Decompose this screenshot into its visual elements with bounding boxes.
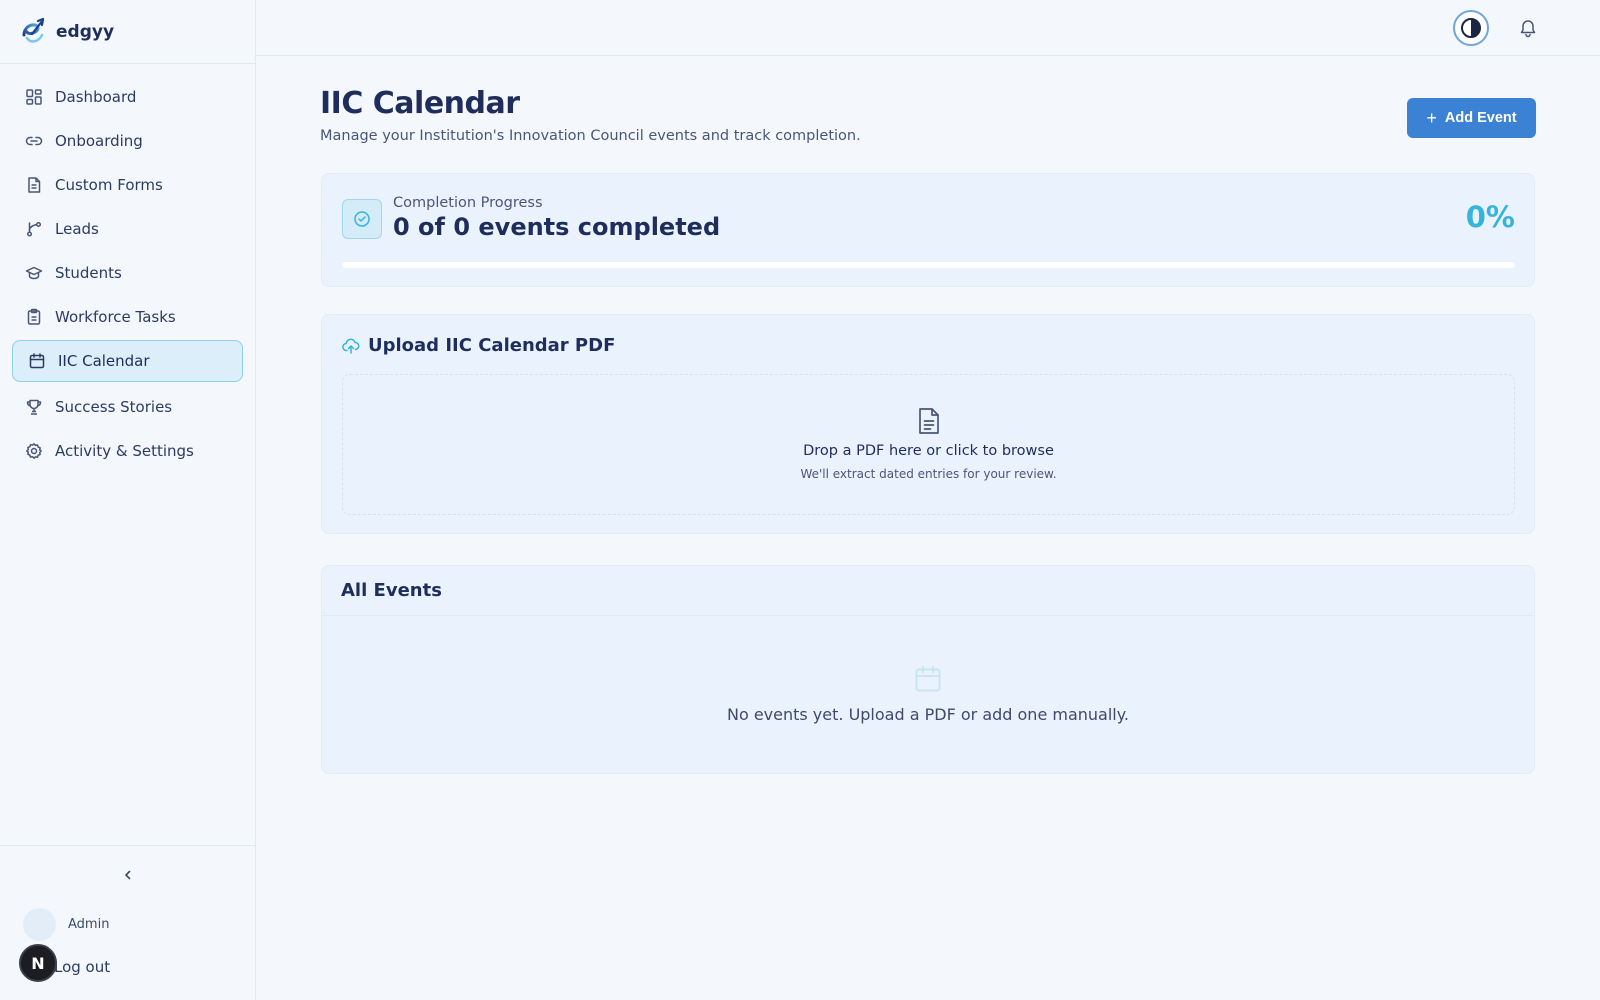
upload-pdf-card: Upload IIC Calendar PDF Drop a PDF here … [321,314,1535,534]
user-name: Admin [68,917,110,932]
sidebar-item-label: Onboarding [55,132,143,150]
half-moon-icon [1461,18,1481,38]
all-events-title: All Events [341,580,442,601]
progress-bar [342,262,1515,268]
check-circle-icon [354,211,370,227]
upload-title-text: Upload IIC Calendar PDF [368,335,616,356]
edgyy-logo-icon [22,17,45,43]
completion-progress-card: Completion Progress 0 of 0 events comple… [321,173,1535,287]
graduation-cap-icon [25,264,43,282]
sidebar-item-label: Success Stories [55,398,173,416]
sidebar-item-label: Students [55,264,122,282]
file-text-icon [918,408,939,434]
progress-label: Completion Progress [393,195,543,211]
trophy-icon [25,398,43,416]
sidebar-item-students[interactable]: Students [12,252,243,294]
branch-icon [25,220,43,238]
sidebar-item-dashboard[interactable]: Dashboard [12,76,243,118]
sidebar-item-label: Leads [55,220,99,238]
logout-button[interactable]: Log out [54,958,110,976]
page-subtitle: Manage your Institution's Innovation Cou… [320,128,861,144]
all-events-card: All Events No events yet. Upload a PDF o… [321,565,1535,774]
sidebar-nav: Dashboard Onboarding Custom Forms Leads … [0,64,255,472]
sidebar-item-label: IIC Calendar [58,352,150,370]
progress-badge [342,199,382,239]
clipboard-icon [25,308,43,326]
sidebar-item-label: Custom Forms [55,176,163,194]
gear-icon [25,442,43,460]
n-badge-button[interactable]: N [19,944,57,982]
progress-count: 0 of 0 events completed [393,213,721,241]
avatar [23,908,56,941]
sidebar-item-label: Workforce Tasks [55,308,176,326]
sidebar-item-workforce-tasks[interactable]: Workforce Tasks [12,296,243,338]
link-icon [25,132,43,150]
sidebar-item-leads[interactable]: Leads [12,208,243,250]
add-event-label: Add Event [1444,110,1517,126]
cloud-upload-icon [342,337,360,355]
brand[interactable]: edgyy [0,0,255,64]
all-events-header: All Events [322,566,1534,616]
chevron-left-icon [125,870,131,880]
brand-name: edgyy [56,21,115,42]
sidebar-item-iic-calendar[interactable]: IIC Calendar [12,340,243,382]
dropzone-main-text: Drop a PDF here or click to browse [803,443,1054,459]
sidebar-item-label: Dashboard [55,88,137,106]
collapse-sidebar-button[interactable] [117,864,139,886]
plus-icon: + [1426,107,1437,128]
calendar-icon [28,352,46,370]
document-icon [25,176,43,194]
notifications-button[interactable] [1516,16,1540,40]
dropzone-sub-text: We'll extract dated entries for your rev… [800,467,1057,481]
upload-title: Upload IIC Calendar PDF [342,335,615,356]
progress-percent: 0% [1465,200,1515,234]
sidebar-item-label: Activity & Settings [55,442,194,460]
sidebar-item-activity-settings[interactable]: Activity & Settings [12,430,243,472]
add-event-button[interactable]: + Add Event [1407,98,1536,138]
page-title: IIC Calendar [320,86,520,121]
sidebar-item-custom-forms[interactable]: Custom Forms [12,164,243,206]
empty-events-message: No events yet. Upload a PDF or add one m… [726,705,1130,724]
sidebar-item-success-stories[interactable]: Success Stories [12,386,243,428]
theme-toggle-button[interactable] [1453,10,1489,46]
pdf-dropzone[interactable]: Drop a PDF here or click to browse We'll… [342,374,1515,515]
sidebar-item-onboarding[interactable]: Onboarding [12,120,243,162]
dashboard-grid-icon [25,88,43,106]
user-profile[interactable]: Admin [23,908,109,941]
bell-icon [1520,20,1536,38]
calendar-empty-icon [915,666,941,692]
sidebar: edgyy Dashboard Onboarding Custom Forms … [0,0,256,1000]
top-bar [256,0,1600,56]
